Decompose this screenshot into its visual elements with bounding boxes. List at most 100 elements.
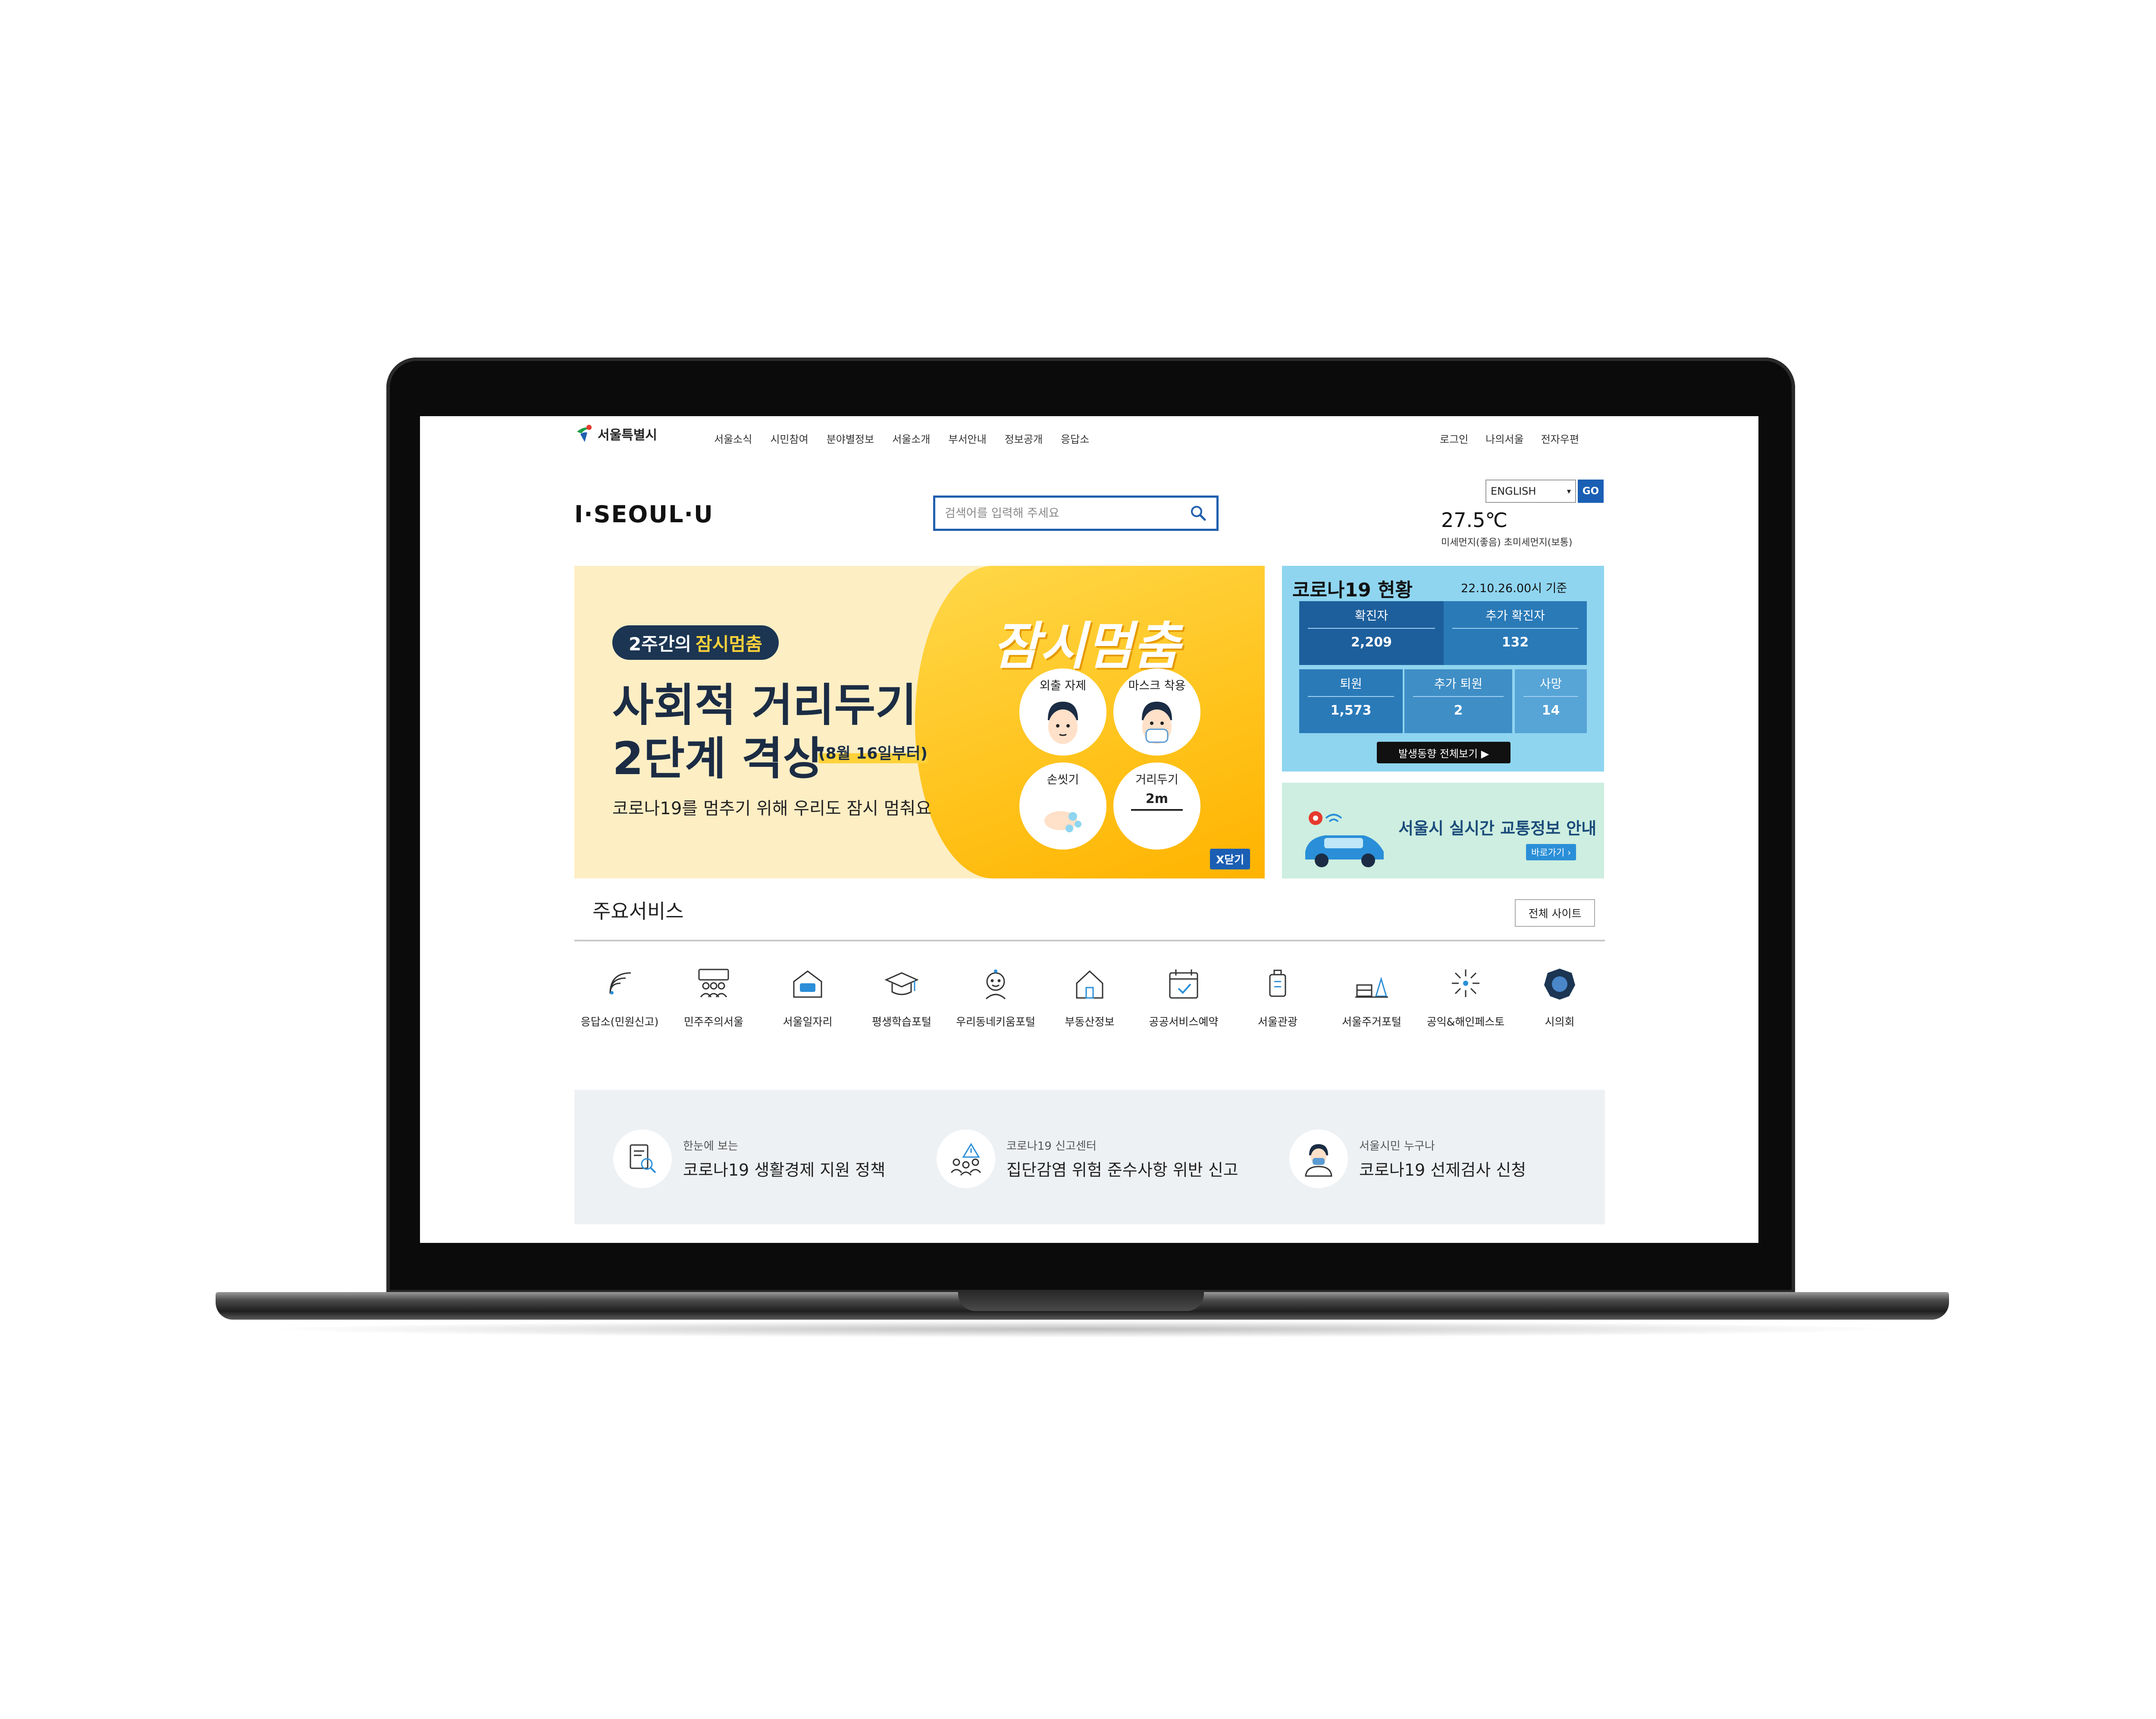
- quick-link-support-policy[interactable]: 한눈에 보는 코로나19 생활경제 지원 정책: [613, 1129, 885, 1188]
- banner-pill-highlight: 잠시멈춤: [696, 633, 762, 655]
- service-label: 서울주거포털: [1341, 1016, 1401, 1028]
- quick-link-main: 집단감염 위험 준수사항 위반 신고: [1006, 1161, 1238, 1179]
- stat-divider: [1413, 696, 1504, 697]
- all-sites-button[interactable]: 전체 사이트: [1515, 899, 1595, 927]
- service-label: 우리동네키움포털: [956, 1016, 1035, 1028]
- service-label: 부동산정보: [1065, 1016, 1115, 1028]
- laptop-shadow: [259, 1321, 1906, 1338]
- covid-date: 22.10.26.00시 기준: [1461, 582, 1567, 595]
- service-item[interactable]: 부동산정보: [1044, 966, 1135, 1029]
- covid-status-panel: 코로나19 현황 22.10.26.00시 기준 확진자 2,209 추가 확진…: [1282, 566, 1604, 772]
- document-search-icon: [630, 1144, 656, 1173]
- nav-item-disclosure[interactable]: 정보공개: [1005, 431, 1043, 446]
- quick-link-icon-wrap: [613, 1129, 672, 1188]
- covid-more-button[interactable]: 발생동향 전체보기 ▶: [1377, 742, 1510, 763]
- my-seoul-link[interactable]: 나의서울: [1485, 431, 1523, 446]
- quick-link-icon-wrap: [1289, 1129, 1348, 1188]
- distance-label: 2m: [1145, 791, 1169, 806]
- stat-divider: [1308, 628, 1435, 629]
- service-label: 응답소(민원신고): [580, 1016, 659, 1028]
- banner-close-button[interactable]: X닫기: [1210, 849, 1250, 869]
- services-list: 응답소(민원신고) 민주주의서울 서울일자리 평생학습포털 우리동네키움포털 부…: [574, 966, 1605, 1029]
- nav-item-participation[interactable]: 시민참여: [770, 431, 808, 446]
- nav-item-eungdapso[interactable]: 응답소: [1061, 431, 1089, 446]
- quick-link-main: 코로나19 선제검사 신청: [1359, 1161, 1526, 1179]
- circle-label: 손씻기: [1047, 773, 1079, 787]
- stat-label: 사망: [1539, 677, 1562, 691]
- services-title: 주요서비스: [592, 900, 684, 923]
- email-link[interactable]: 전자우편: [1541, 431, 1579, 446]
- stat-value: 2: [1454, 703, 1463, 718]
- quick-link-preemptive-test[interactable]: 서울시민 누구나 코로나19 선제검사 신청: [1289, 1129, 1526, 1188]
- doctor-icon: [1305, 1144, 1332, 1177]
- quick-links-band: 한눈에 보는 코로나19 생활경제 지원 정책 코로나19 신고센터 집단감염 …: [574, 1090, 1605, 1224]
- seoul-logo-icon: [577, 425, 592, 442]
- search-box: [933, 496, 1219, 531]
- language-select[interactable]: ENGLISH ▾: [1485, 480, 1576, 503]
- service-item[interactable]: 응답소(민원신고): [574, 966, 665, 1029]
- stat-divider: [1308, 696, 1394, 697]
- go-button[interactable]: GO: [1578, 480, 1604, 503]
- service-item[interactable]: 서울관광: [1232, 966, 1323, 1029]
- service-label: 서울일자리: [783, 1016, 833, 1028]
- stat-label: 추가 확진자: [1485, 609, 1545, 623]
- stat-confirmed: 확진자 2,209: [1299, 601, 1444, 665]
- language-select-value: ENGLISH: [1491, 485, 1536, 497]
- service-label: 시의회: [1545, 1016, 1575, 1028]
- circle-label: 마스크 착용: [1128, 679, 1186, 693]
- service-item[interactable]: 공공서비스예약: [1138, 966, 1229, 1029]
- main-nav: 서울소식 시민참여 분야별정보 서울소개 부서안내 정보공개 응답소: [714, 431, 1089, 446]
- luggage-icon: [1269, 969, 1286, 997]
- chevron-down-icon: ▾: [1567, 486, 1571, 496]
- seoul-logo[interactable]: 서울특별시: [574, 424, 657, 444]
- services-divider: [574, 940, 1605, 941]
- stat-deaths: 사망 14: [1515, 669, 1587, 733]
- search-input[interactable]: [945, 506, 1190, 520]
- circle-label: 거리두기: [1135, 773, 1178, 787]
- service-item[interactable]: 공익&해인페스토: [1420, 966, 1511, 1029]
- traffic-banner[interactable]: 서울시 실시간 교통정보 안내 바로가기 ›: [1282, 783, 1604, 878]
- nav-item-field-info[interactable]: 분야별정보: [827, 431, 874, 446]
- quick-link-small: 한눈에 보는: [683, 1140, 738, 1153]
- service-label: 서울관광: [1257, 1016, 1297, 1028]
- stat-value: 1,573: [1330, 703, 1372, 718]
- nav-item-news[interactable]: 서울소식: [714, 431, 752, 446]
- login-link[interactable]: 로그인: [1440, 431, 1468, 446]
- banner-title-line2: 2단계 격상: [612, 732, 824, 785]
- car-icon: [1305, 811, 1384, 867]
- banner-pill-prefix: 2주간의: [629, 633, 692, 655]
- warning-group-icon: [950, 1143, 981, 1176]
- service-item[interactable]: 평생학습포털: [856, 966, 947, 1029]
- service-label: 민주주의서울: [683, 1016, 743, 1028]
- nav-item-about[interactable]: 서울소개: [892, 431, 930, 446]
- brand-slogan[interactable]: I·SEOUL·U: [574, 501, 714, 528]
- search-icon[interactable]: [1190, 505, 1207, 522]
- child-icon: [985, 969, 1006, 1000]
- circle-label: 외출 자제: [1040, 679, 1086, 693]
- quick-link-violation-report[interactable]: 코로나19 신고센터 집단감염 위험 준수사항 위반 신고: [937, 1129, 1238, 1188]
- graduation-cap-icon: [884, 972, 919, 995]
- traffic-shortcut-button[interactable]: 바로가기 ›: [1526, 844, 1576, 860]
- temperature: 27.5℃: [1441, 508, 1508, 532]
- service-item[interactable]: 민주주의서울: [668, 966, 759, 1029]
- job-icon: [793, 970, 822, 998]
- stat-divider: [1452, 628, 1578, 629]
- stat-new-discharged: 추가 퇴원 2: [1404, 669, 1512, 733]
- service-item[interactable]: 서울주거포털: [1326, 966, 1417, 1029]
- main-banner[interactable]: 2주간의 잠시멈춤 사회적 거리두기 2단계 격상 (8월 16일부터) 코로나…: [574, 566, 1265, 878]
- council-icon: [1544, 969, 1575, 1000]
- handwash-icon: [1044, 811, 1081, 832]
- calendar-icon: [1169, 969, 1198, 999]
- service-label: 평생학습포털: [871, 1016, 931, 1028]
- service-item[interactable]: 우리동네키움포털: [950, 966, 1041, 1029]
- stat-divider: [1523, 696, 1578, 697]
- stat-label: 확진자: [1354, 609, 1388, 623]
- person-icon: [1048, 702, 1078, 744]
- house-icon: [1076, 970, 1103, 999]
- service-item[interactable]: 서울일자리: [762, 966, 853, 1029]
- nav-item-departments[interactable]: 부서안내: [948, 431, 986, 446]
- service-item[interactable]: 시의회: [1514, 966, 1605, 1029]
- stat-label: 추가 퇴원: [1434, 677, 1482, 691]
- residence-icon: [1355, 976, 1388, 998]
- logo-text: 서울특별시: [598, 428, 657, 443]
